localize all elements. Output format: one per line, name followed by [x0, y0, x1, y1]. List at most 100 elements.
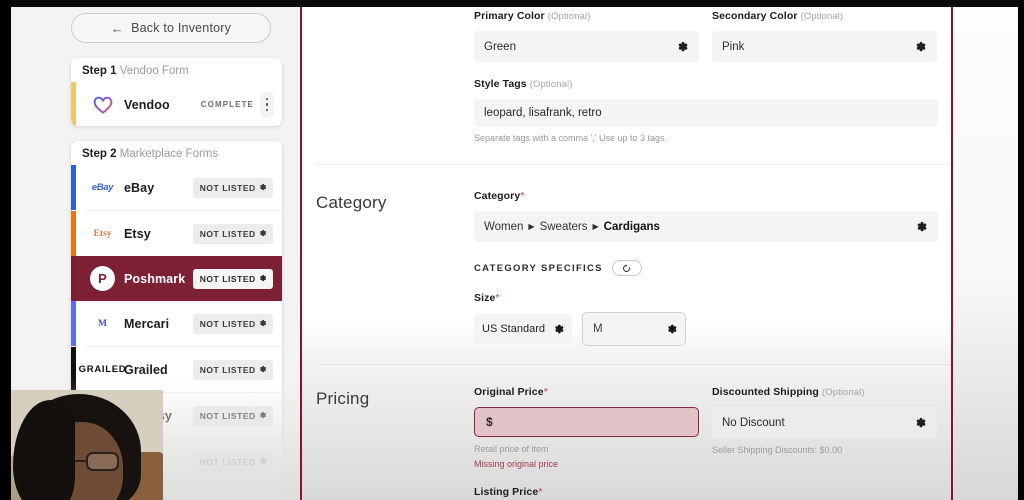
status-label: NOT LISTED	[199, 410, 256, 421]
original-price-label: Original Price*	[474, 386, 548, 398]
secondary-color-select[interactable]: Pink ✽	[712, 31, 937, 62]
marketplace-row-grailed[interactable]: GRAILED Grailed NOT LISTED ✽	[71, 347, 282, 392]
status-label: NOT LISTED	[199, 182, 256, 193]
size-value: M	[593, 323, 603, 335]
status-dropdown-hidden[interactable]: NOT LISTED ✽	[192, 451, 273, 472]
primary-color-label: Primary Color (Optional)	[474, 10, 591, 22]
mercari-logo-icon: M	[98, 318, 107, 329]
pricing-section-title: Pricing	[316, 389, 370, 408]
back-to-inventory-button[interactable]: ← Back to Inventory	[71, 13, 271, 43]
currency-symbol: $	[486, 415, 493, 429]
marketplace-row-ebay[interactable]: eBay eBay NOT LISTED ✽	[71, 165, 282, 210]
discounted-shipping-label: Discounted Shipping (Optional)	[712, 386, 865, 398]
section-divider	[316, 364, 952, 365]
primary-color-select[interactable]: Green ✽	[474, 31, 699, 62]
video-letterbox-right	[1018, 0, 1024, 500]
marketplace-label-ebay: eBay	[124, 180, 155, 195]
optional-tag: (Optional)	[821, 387, 865, 398]
chevron-down-icon: ✽	[915, 39, 926, 54]
chevron-down-icon: ✽	[916, 219, 927, 234]
status-label: NOT LISTED	[199, 456, 256, 467]
refresh-icon[interactable]	[611, 260, 642, 276]
step1-heading: Step 1 Vendoo Form	[71, 58, 282, 82]
category-specifics-label: CATEGORY SPECIFICS	[474, 262, 603, 274]
optional-tag: (Optional)	[800, 11, 844, 22]
marketplace-label-mercari: Mercari	[124, 316, 170, 331]
style-tags-value: leopard, lisafrank, retro	[484, 107, 602, 119]
status-label: NOT LISTED	[199, 273, 256, 284]
size-field-label: Size*	[474, 292, 500, 304]
category-crumb-3: Cardigans	[603, 220, 660, 233]
chevron-down-icon: ✽	[259, 319, 267, 328]
size-system-select[interactable]: US Standard ✽	[474, 314, 572, 344]
optional-tag: (Optional)	[529, 79, 573, 90]
status-dropdown-etsy[interactable]: NOT LISTED ✽	[192, 223, 273, 244]
marketplace-row-mercari[interactable]: M Mercari NOT LISTED ✽	[71, 301, 282, 346]
row-accent-bar	[71, 82, 76, 126]
step1-prefix: Step 1	[82, 65, 117, 77]
style-tags-input[interactable]: leopard, lisafrank, retro	[474, 99, 938, 127]
status-dropdown-mercari[interactable]: NOT LISTED ✽	[192, 313, 273, 334]
marketplace-label-poshmark: Poshmark	[124, 271, 186, 286]
video-letterbox-left	[0, 0, 11, 500]
chevron-down-icon: ✽	[259, 365, 267, 374]
main-right-gutter	[953, 7, 1018, 500]
step1-card: Step 1 Vendoo Form Vendoo COMPLETE	[71, 58, 282, 126]
grailed-logo-icon: GRAILED	[78, 364, 127, 375]
optional-tag: (Optional)	[547, 11, 591, 22]
status-label: NOT LISTED	[199, 228, 256, 239]
discounted-shipping-select[interactable]: No Discount ✽	[712, 407, 937, 438]
original-price-error: Missing original price	[474, 459, 559, 469]
marketplace-label-etsy: Etsy	[124, 226, 151, 241]
row-accent-bar	[71, 165, 76, 210]
status-dropdown-ebay[interactable]: NOT LISTED ✽	[192, 177, 273, 198]
primary-color-value: Green	[484, 40, 516, 53]
etsy-logo-icon: Etsy	[93, 228, 112, 239]
arrow-left-icon: ←	[110, 20, 125, 36]
status-label: NOT LISTED	[199, 318, 256, 329]
status-dropdown-tradesy[interactable]: NOT LISTED ✽	[192, 405, 273, 426]
kebab-menu-icon[interactable]	[260, 91, 274, 118]
vendoo-heart-icon	[89, 91, 116, 118]
step2-heading: Step 2 Marketplace Forms	[71, 141, 282, 165]
vendoo-status-label: COMPLETE	[200, 100, 254, 109]
chevron-down-icon: ✽	[915, 415, 926, 430]
triangle-right-icon: ▶	[528, 222, 535, 231]
marketplace-row-poshmark[interactable]: P Poshmark NOT LISTED ✽	[71, 256, 282, 301]
page-border-right	[951, 7, 953, 500]
chevron-down-icon: ✽	[259, 274, 267, 283]
category-crumb-1: Women	[484, 220, 524, 233]
status-dropdown-poshmark[interactable]: NOT LISTED ✽	[192, 268, 273, 289]
row-accent-bar	[71, 347, 76, 392]
chevron-down-icon: ✽	[259, 457, 267, 466]
status-dropdown-grailed[interactable]: NOT LISTED ✽	[192, 359, 273, 380]
marketplace-row-etsy[interactable]: Etsy Etsy NOT LISTED ✽	[71, 211, 282, 256]
secondary-color-value: Pink	[722, 40, 745, 53]
section-divider	[316, 164, 952, 165]
screen-root: ← Back to Inventory Step 1 Vendoo Form V…	[0, 0, 1024, 500]
chevron-down-icon: ✽	[677, 39, 688, 54]
style-tags-label: Style Tags (Optional)	[474, 78, 573, 90]
chevron-down-icon: ✽	[259, 183, 267, 192]
back-to-inventory-label: Back to Inventory	[131, 21, 232, 35]
category-select[interactable]: Women ▶ Sweaters ▶ Cardigans ✽	[474, 211, 938, 242]
page-border-left	[300, 7, 302, 500]
vendoo-row-label: Vendoo	[124, 97, 170, 112]
original-price-helper: Retail price of item	[474, 444, 549, 454]
secondary-color-label: Secondary Color (Optional)	[712, 10, 844, 22]
status-label: NOT LISTED	[199, 364, 256, 375]
size-value-select[interactable]: M ✽	[582, 312, 686, 346]
size-system-value: US Standard	[482, 323, 545, 335]
category-field-label: Category*	[474, 190, 525, 202]
webcam-overlay	[11, 390, 163, 500]
listing-price-label: Listing Price*	[474, 486, 543, 498]
category-section-title: Category	[316, 193, 387, 212]
row-accent-bar	[71, 301, 76, 346]
row-accent-bar	[71, 211, 76, 256]
marketplace-row-vendoo[interactable]: Vendoo COMPLETE	[71, 82, 282, 126]
listing-form-pane: Primary Color (Optional) Green ✽ Seconda…	[300, 7, 1018, 500]
triangle-right-icon: ▶	[592, 222, 599, 231]
chevron-down-icon: ✽	[554, 323, 564, 336]
ebay-logo-icon: eBay	[91, 182, 114, 193]
original-price-input[interactable]: $	[474, 407, 699, 437]
